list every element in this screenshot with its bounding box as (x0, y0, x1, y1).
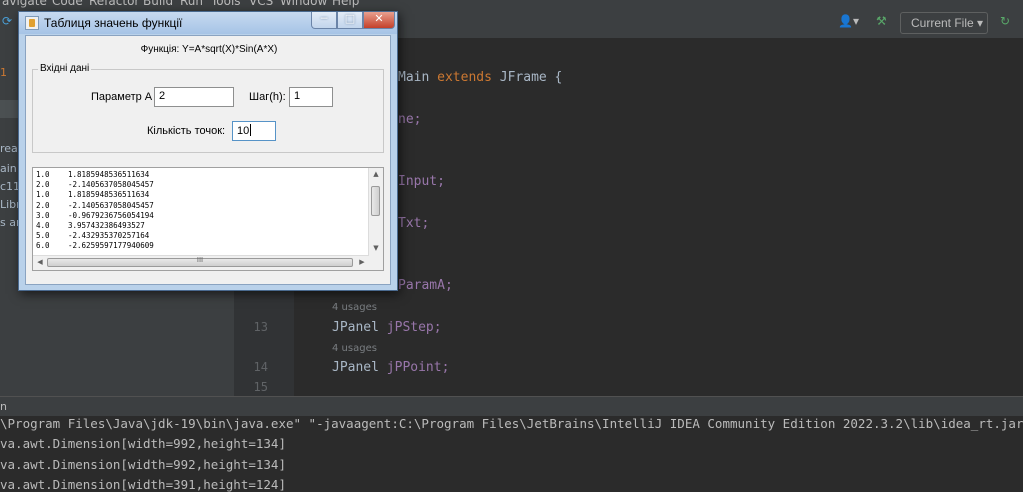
result-y: -2.432935370257164 (68, 231, 150, 241)
console-line: va.awt.Dimension[width=391,height=124] (0, 477, 286, 492)
code-line: ParamA; (398, 278, 453, 293)
minimize-icon: ─ (320, 12, 328, 25)
result-row: 1.0 1.8185948536511634 (36, 190, 149, 199)
code-line: ne; (398, 112, 422, 127)
scroll-corner (369, 256, 383, 270)
result-row: 2.0 -2.1405637058045457 (36, 201, 154, 210)
result-row: 2.0 -2.1405637058045457 (36, 180, 154, 189)
maximize-button[interactable]: □ (337, 12, 363, 29)
window-titlebar[interactable]: Таблиця значень функції ─ □ ✕ (19, 12, 397, 34)
step-field[interactable]: 1 (289, 87, 333, 107)
horizontal-scrollbar[interactable]: ◀ III ▶ (33, 255, 369, 270)
maximize-icon: □ (344, 12, 356, 25)
result-row: 5.0 -2.432935370257164 (36, 231, 149, 240)
ide-menubar: avigate Code Refactor Build Run Tools VC… (0, 0, 1023, 10)
scroll-left-icon[interactable]: ◀ (35, 258, 45, 268)
sync-icon[interactable]: ⟳ (2, 14, 12, 34)
result-y: 3.957432386493527 (68, 221, 145, 230)
menu-run[interactable]: Run (180, 0, 203, 8)
scroll-grip: III (196, 256, 204, 264)
project-tree-item[interactable]: ain (0, 162, 17, 175)
result-x: 6.0 (36, 241, 50, 251)
menu-build[interactable]: Build (143, 0, 173, 8)
java-app-icon (25, 16, 39, 30)
run-config-selector[interactable]: Current File ▾ (900, 12, 988, 34)
result-y: -2.1405637058045457 (68, 180, 154, 190)
result-row: 6.0 -2.6259597177940609 (36, 241, 154, 250)
code-line: JPanel jPStep; (332, 320, 442, 335)
result-y: 1.8185948536511634 (68, 190, 150, 200)
function-formula-label: Функція: Y=A*sqrt(X)*Sin(A*X) (140, 44, 278, 55)
code-line: Txt; (398, 216, 430, 231)
line-number: 13 (253, 320, 268, 334)
console-line: va.awt.Dimension[width=992,height=134] (0, 457, 286, 472)
scroll-down-icon[interactable]: ▼ (371, 244, 381, 254)
result-y: 1.8185948536511634 (68, 170, 150, 179)
code-line: Input; (398, 174, 445, 189)
points-count-value: 10 (237, 125, 250, 137)
close-button[interactable]: ✕ (363, 12, 395, 29)
minimize-button[interactable]: ─ (311, 12, 337, 29)
result-y: -0.9679236756054194 (68, 210, 154, 220)
result-x: 1.0 (36, 190, 50, 200)
project-tree-item[interactable]: rea (0, 142, 18, 155)
scroll-right-icon[interactable]: ▶ (357, 258, 367, 268)
console-line: va.awt.Dimension[width=992,height=134] (0, 436, 286, 451)
result-x: 2.0 (36, 180, 50, 190)
points-count-label: Кількість точок: (147, 125, 226, 137)
menu-vcs[interactable]: VCS (249, 0, 273, 8)
line-number: 15 (253, 380, 268, 394)
input-group-title: Вхідні дані (38, 63, 92, 74)
user-icon[interactable]: 👤▾ (838, 14, 859, 34)
menu-help[interactable]: Help (332, 0, 359, 8)
code-line: JPanel jPPoint; (332, 360, 450, 375)
results-text-area[interactable]: 1.0 1.8185948536511634 2.0 -2.1405637058045… (32, 167, 384, 271)
menu-window[interactable]: Window (280, 0, 327, 8)
result-y: -2.6259597177940609 (68, 241, 154, 251)
usage-hint[interactable]: 4 usages (332, 302, 377, 313)
menu-code[interactable]: Code (52, 0, 83, 8)
result-x: 1.0 (36, 170, 50, 179)
run-panel-header: n (0, 396, 1023, 417)
menu-refactor[interactable]: Refactor (89, 0, 139, 8)
function-table-window: Таблиця значень функції ─ □ ✕ Функція: Y… (18, 11, 398, 291)
rerun-icon[interactable]: ↻ (1000, 14, 1010, 34)
input-data-group: Вхідні дані Параметр A 2 Шаг(h): 1 Кільк… (32, 63, 384, 153)
result-row: 3.0 -0.9679236756054194 (36, 211, 154, 220)
build-hammer-icon[interactable]: ⚒ (876, 14, 887, 34)
result-x: 4.0 (36, 221, 50, 230)
run-console[interactable]: \Program Files\Java\jdk-19\bin\java.exe"… (0, 416, 1023, 492)
run-panel-title: n (0, 400, 7, 413)
param-a-label: Параметр A (91, 91, 153, 103)
param-a-field[interactable]: 2 (154, 87, 234, 107)
line-number: 14 (253, 360, 268, 374)
console-line: \Program Files\Java\jdk-19\bin\java.exe"… (0, 416, 1023, 431)
window-title: Таблиця значень функції (44, 16, 183, 30)
menu-navigate[interactable]: avigate (2, 0, 47, 8)
result-x: 2.0 (36, 200, 50, 210)
vertical-scrollbar[interactable]: ▲ ▼ (368, 168, 383, 256)
window-content: Функція: Y=A*sqrt(X)*Sin(A*X) Вхідні дан… (25, 35, 391, 285)
scroll-up-icon[interactable]: ▲ (371, 170, 381, 180)
horizontal-scroll-thumb[interactable]: III (47, 256, 353, 267)
menu-tools[interactable]: Tools (211, 0, 241, 8)
close-icon: ✕ (374, 12, 384, 25)
result-row: 1.0 1.8185948536511634 (36, 170, 149, 179)
result-x: 5.0 (36, 231, 50, 241)
result-row: 4.0 3.957432386493527 (36, 221, 145, 230)
points-count-field[interactable]: 10 (232, 121, 276, 141)
usage-hint[interactable]: 4 usages (332, 343, 377, 354)
result-y: -2.1405637058045457 (68, 200, 154, 210)
result-x: 3.0 (36, 210, 50, 220)
step-label: Шаг(h): (249, 91, 286, 103)
code-line: Main extends JFrame { (398, 70, 563, 85)
code-editor[interactable]: Main extends JFrame { ne; Input; Txt; Pa… (294, 38, 1023, 396)
vertical-scroll-thumb[interactable] (371, 186, 380, 216)
text-caret (250, 124, 252, 136)
project-tree-number: 1 (0, 66, 7, 79)
